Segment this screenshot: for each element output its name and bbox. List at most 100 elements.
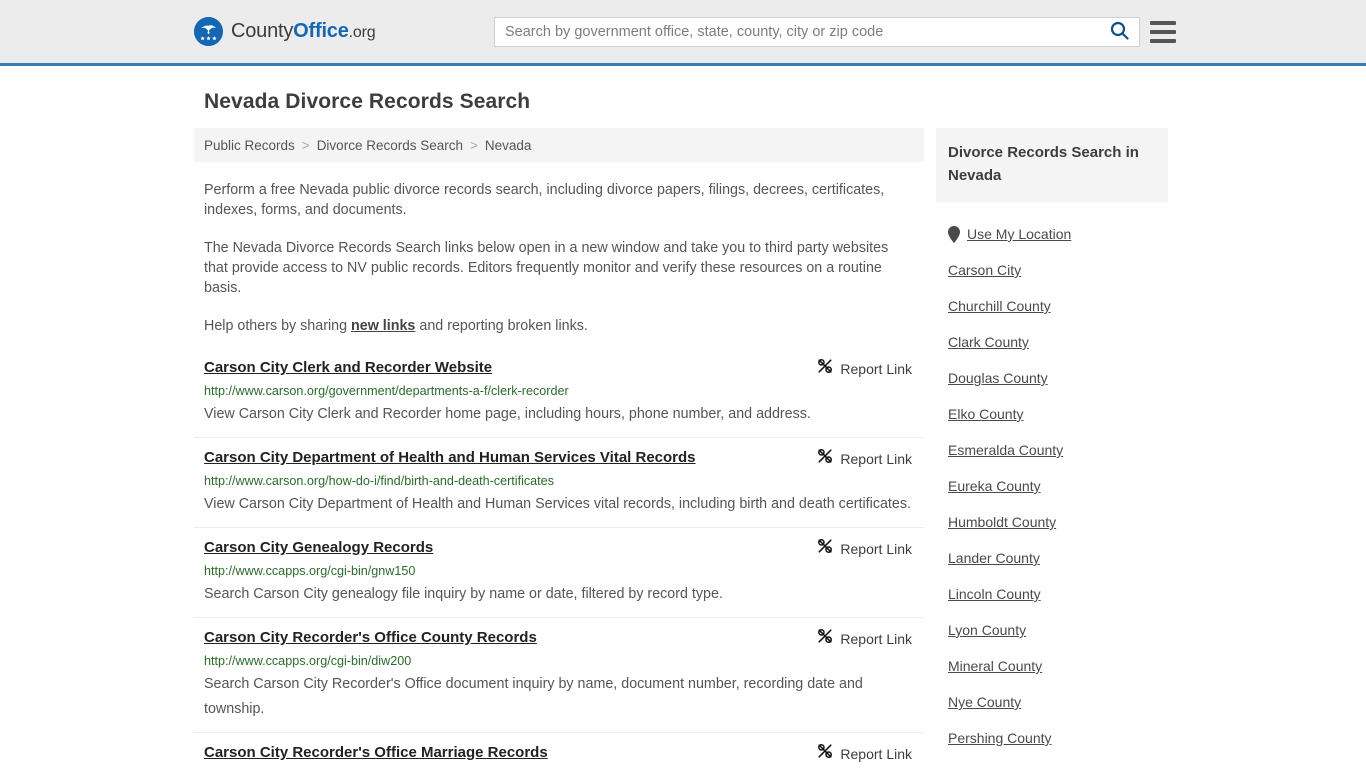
sidebar-county-link[interactable]: Lander County <box>948 550 1040 566</box>
content-row: Public Records > Divorce Records Search … <box>0 128 1366 768</box>
result-title-link[interactable]: Carson City Recorder's Office County Rec… <box>204 628 537 648</box>
sidebar-county-link[interactable]: Humboldt County <box>948 514 1056 530</box>
result-header: Carson City Recorder's Office Marriage R… <box>204 743 924 764</box>
report-link-label: Report Link <box>840 450 912 467</box>
site-logo-link[interactable]: CountyOffice.org <box>194 17 376 46</box>
intro-text-after-link: and reporting broken links. <box>415 318 588 334</box>
result-description: View Carson City Clerk and Recorder home… <box>204 406 811 422</box>
result-title-link[interactable]: Carson City Department of Health and Hum… <box>204 448 696 468</box>
report-link-label: Report Link <box>840 630 912 647</box>
new-links-link[interactable]: new links <box>351 318 415 334</box>
broken-link-icon <box>817 358 833 379</box>
sidebar-county-link[interactable]: Esmeralda County <box>948 442 1063 458</box>
sidebar-item-county[interactable]: Lander County <box>936 540 1168 576</box>
sidebar-item-county[interactable]: Lyon County <box>936 612 1168 648</box>
menu-bar-1 <box>1150 21 1176 25</box>
breadcrumb-item-nevada[interactable]: Nevada <box>485 138 532 153</box>
result-url-link[interactable]: http://www.ccapps.org/cgi-bin/diw200 <box>204 653 924 669</box>
result-description: Search Carson City Recorder's Office doc… <box>204 676 863 717</box>
result-item: Carson City Department of Health and Hum… <box>194 448 924 528</box>
result-description: Search Carson City genealogy file inquir… <box>204 586 723 602</box>
sidebar-item-county[interactable]: Churchill County <box>936 288 1168 324</box>
breadcrumb-separator: > <box>301 137 310 153</box>
use-my-location-link[interactable]: Use My Location <box>967 226 1071 242</box>
result-item: Carson City Recorder's Office Marriage R… <box>194 743 924 768</box>
sidebar-county-link[interactable]: Douglas County <box>948 370 1048 386</box>
sidebar-heading: Divorce Records Search in Nevada <box>936 128 1168 202</box>
report-link-button[interactable]: Report Link <box>817 358 912 379</box>
sidebar-item-county[interactable]: Clark County <box>936 324 1168 360</box>
menu-bar-2 <box>1150 30 1176 34</box>
result-url-link[interactable]: http://www.carson.org/how-do-i/find/birt… <box>204 473 924 489</box>
sidebar-item-use-my-location[interactable]: Use My Location <box>936 216 1168 252</box>
sidebar-county-link[interactable]: Carson City <box>948 262 1021 278</box>
sidebar-county-link[interactable]: Mineral County <box>948 658 1042 674</box>
page-title: Nevada Divorce Records Search <box>204 90 531 113</box>
search-button[interactable] <box>1099 18 1139 46</box>
report-link-button[interactable]: Report Link <box>817 538 912 559</box>
sidebar-item-county[interactable]: Lincoln County <box>936 576 1168 612</box>
results-list: Carson City Clerk and Recorder Website Re… <box>194 358 924 768</box>
report-link-label: Report Link <box>840 360 912 377</box>
search-icon <box>1110 21 1129 43</box>
result-url-link[interactable]: http://www.carson.org/government/departm… <box>204 383 924 399</box>
sidebar-item-county[interactable]: Storey County <box>936 756 1168 768</box>
logo-text-office: Office <box>293 20 349 42</box>
breadcrumb: Public Records > Divorce Records Search … <box>194 128 924 162</box>
breadcrumb-separator: > <box>470 137 478 153</box>
breadcrumb-item-divorce-records-search[interactable]: Divorce Records Search <box>317 138 463 153</box>
sidebar-county-link[interactable]: Churchill County <box>948 298 1051 314</box>
sidebar-county-link[interactable]: Clark County <box>948 334 1029 350</box>
result-url-link[interactable]: http://www.ccapps.org/cgi-bin/gnw150 <box>204 563 924 579</box>
hamburger-menu-icon[interactable] <box>1150 18 1176 46</box>
result-title-link[interactable]: Carson City Clerk and Recorder Website <box>204 358 492 378</box>
sidebar-item-county[interactable]: Douglas County <box>936 360 1168 396</box>
sidebar-item-county[interactable]: Eureka County <box>936 468 1168 504</box>
intro-paragraph-2: The Nevada Divorce Records Search links … <box>204 240 889 296</box>
broken-link-icon <box>817 743 833 764</box>
sidebar-item-county[interactable]: Pershing County <box>936 720 1168 756</box>
sidebar-county-link[interactable]: Elko County <box>948 406 1023 422</box>
map-pin-icon <box>948 225 960 243</box>
broken-link-icon <box>817 628 833 649</box>
sidebar-county-link[interactable]: Lyon County <box>948 622 1026 638</box>
result-title-link[interactable]: Carson City Recorder's Office Marriage R… <box>204 743 548 763</box>
menu-bar-3 <box>1150 39 1176 43</box>
logo-text-org: .org <box>348 24 376 41</box>
sidebar-item-county[interactable]: Elko County <box>936 396 1168 432</box>
sidebar-item-county[interactable]: Humboldt County <box>936 504 1168 540</box>
intro-text-before-link: Help others by sharing <box>204 318 352 334</box>
sidebar-item-county[interactable]: Mineral County <box>936 648 1168 684</box>
result-description: View Carson City Department of Health an… <box>204 496 911 512</box>
result-header: Carson City Recorder's Office County Rec… <box>204 628 924 649</box>
broken-link-icon <box>817 448 833 469</box>
sidebar-county-link[interactable]: Lincoln County <box>948 586 1041 602</box>
result-header: Carson City Genealogy Records Report Link <box>204 538 924 559</box>
logo-text-county: County <box>231 20 294 42</box>
eagle-logo-icon <box>194 17 223 46</box>
result-item: Carson City Recorder's Office County Rec… <box>194 628 924 733</box>
sidebar-county-link[interactable]: Pershing County <box>948 730 1052 746</box>
search-bar[interactable] <box>494 17 1140 47</box>
result-item: Carson City Genealogy Records Report Link… <box>194 538 924 618</box>
sidebar-item-county[interactable]: Esmeralda County <box>936 432 1168 468</box>
intro-paragraph-3: Help others by sharing new links and rep… <box>204 316 894 336</box>
page-body: Nevada Divorce Records Search Public Rec… <box>0 90 1366 768</box>
sidebar-county-link[interactable]: Nye County <box>948 694 1021 710</box>
sidebar-item-county[interactable]: Carson City <box>936 252 1168 288</box>
intro-paragraph-1: Perform a free Nevada public divorce rec… <box>204 182 885 218</box>
report-link-button[interactable]: Report Link <box>817 628 912 649</box>
search-input[interactable] <box>495 18 1099 46</box>
report-link-button[interactable]: Report Link <box>817 448 912 469</box>
result-header: Carson City Clerk and Recorder Website Re… <box>204 358 924 379</box>
main-column: Public Records > Divorce Records Search … <box>194 128 924 768</box>
report-link-button[interactable]: Report Link <box>817 743 912 764</box>
sidebar-item-county[interactable]: Nye County <box>936 684 1168 720</box>
sidebar-county-link[interactable]: Eureka County <box>948 478 1041 494</box>
report-link-label: Report Link <box>840 540 912 557</box>
sidebar: Divorce Records Search in Nevada Use My … <box>936 128 1168 768</box>
site-logo-text: CountyOffice.org <box>231 20 376 43</box>
result-title-link[interactable]: Carson City Genealogy Records <box>204 538 433 558</box>
breadcrumb-item-public-records[interactable]: Public Records <box>204 138 295 153</box>
result-item: Carson City Clerk and Recorder Website Re… <box>194 358 924 438</box>
